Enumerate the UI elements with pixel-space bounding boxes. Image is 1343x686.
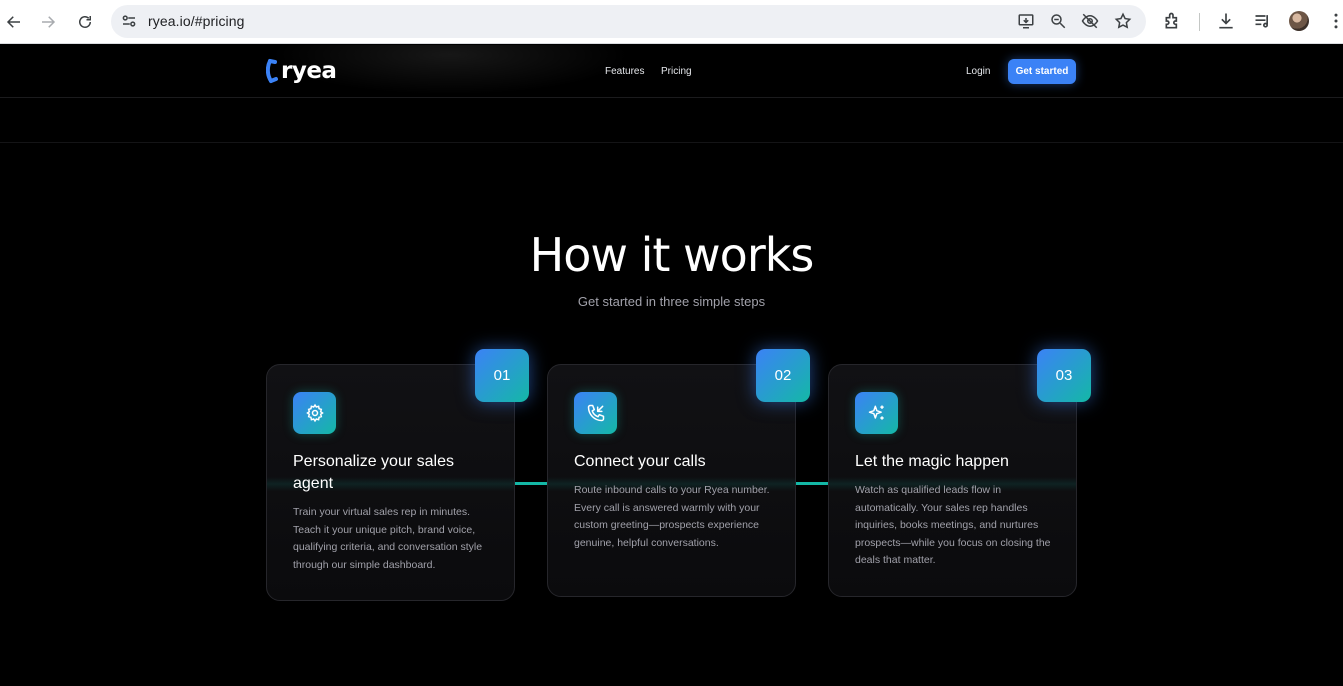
nav-features-link[interactable]: Features	[605, 66, 644, 77]
phone-logo-icon	[266, 59, 278, 83]
brand-name: ryea	[281, 58, 337, 84]
section-title: How it works	[529, 228, 815, 282]
url-text[interactable]: ryea.io/#pricing	[148, 13, 245, 29]
site-header: ryea Features Pricing Login Get started	[0, 45, 1343, 98]
step-title: Let the magic happen	[855, 453, 1009, 470]
download-icon[interactable]	[1216, 11, 1236, 31]
login-link[interactable]: Login	[966, 66, 990, 77]
get-started-button[interactable]: Get started	[1008, 59, 1076, 84]
site-info-icon[interactable]	[120, 12, 138, 30]
bookmark-star-icon[interactable]	[1114, 12, 1132, 30]
step-description: Train your virtual sales rep in minutes.…	[293, 506, 483, 571]
browser-toolbar: ryea.io/#pricing	[0, 0, 1343, 44]
reload-icon[interactable]	[73, 10, 97, 34]
step-number-badge: 01	[475, 349, 529, 402]
section-subtitle: Get started in three simple steps	[577, 294, 766, 309]
install-app-icon[interactable]	[1017, 12, 1035, 30]
profile-avatar[interactable]	[1289, 11, 1309, 31]
step-number-badge: 03	[1037, 349, 1091, 402]
step-card: 01 Personalize your sales agent Train yo…	[266, 349, 529, 601]
step-number-badge: 02	[756, 349, 810, 402]
media-queue-icon[interactable]	[1253, 11, 1273, 31]
zoom-icon[interactable]	[1049, 12, 1067, 30]
step-title: Connect your calls	[574, 453, 706, 470]
step-title: Personalize your sales agent	[293, 453, 454, 492]
forward-icon[interactable]	[36, 10, 60, 34]
section-divider	[0, 142, 1343, 143]
phone-incoming-icon	[574, 392, 617, 434]
step-description: Route inbound calls to your Ryea number.…	[574, 484, 770, 549]
sparkles-icon	[855, 392, 898, 434]
gear-icon	[293, 392, 336, 434]
nav-pricing-link[interactable]: Pricing	[661, 66, 692, 77]
step-description: Watch as qualified leads flow in automat…	[855, 484, 1051, 566]
toolbar-separator	[1199, 13, 1200, 31]
eye-off-icon[interactable]	[1081, 12, 1099, 30]
step-card: 02 Connect your calls Route inbound call…	[547, 349, 810, 597]
extensions-icon[interactable]	[1163, 11, 1183, 31]
address-bar[interactable]: ryea.io/#pricing	[111, 5, 1146, 38]
page-viewport: ryea Features Pricing Login Get started …	[0, 45, 1343, 686]
brand-logo[interactable]: ryea	[266, 57, 337, 85]
back-icon[interactable]	[2, 10, 26, 34]
step-connector	[795, 482, 828, 485]
step-card: 03 Let the magic happen Watch as qualifi…	[828, 349, 1091, 597]
more-icon[interactable]	[1326, 11, 1343, 31]
step-connector	[514, 482, 548, 485]
